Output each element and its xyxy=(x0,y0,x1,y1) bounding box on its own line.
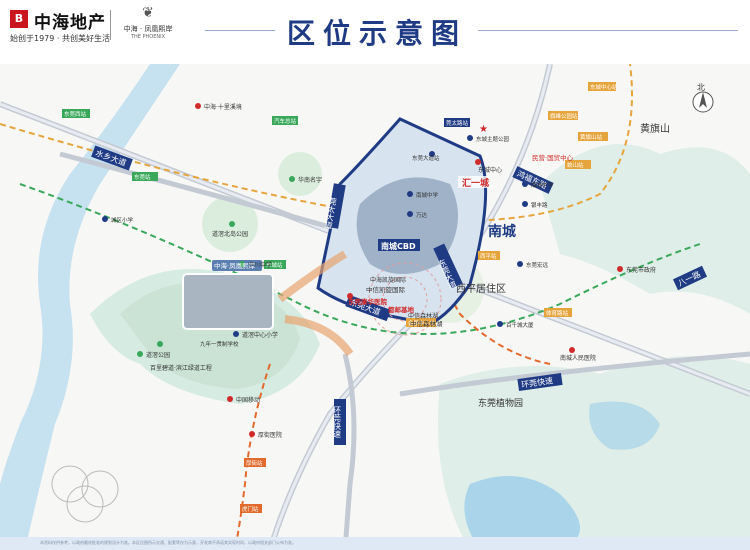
svg-text:中海凯旋国际: 中海凯旋国际 xyxy=(370,276,406,284)
star-icon: ★ xyxy=(479,124,488,135)
metro-station-tag: 厚街站 xyxy=(244,458,266,467)
title-line-right xyxy=(478,30,738,31)
svg-text:蛟山站: 蛟山站 xyxy=(567,161,584,169)
svg-text:东莞康华医院: 东莞康华医院 xyxy=(348,297,388,306)
district-huiyicheng: 汇一城 xyxy=(462,177,489,189)
svg-text:东莞站: 东莞站 xyxy=(134,173,151,181)
district-nancheng: 南城 xyxy=(488,223,516,240)
svg-text:虎门站: 虎门站 xyxy=(242,505,259,513)
svg-text:城区小学: 城区小学 xyxy=(111,216,134,224)
svg-text:道滘公园: 道滘公园 xyxy=(146,351,170,359)
annotation-zhongxin-kaixuan: 中信凯旋国际 xyxy=(366,285,406,294)
metro-station-tag: 体育路站 xyxy=(544,308,572,317)
svg-text:道滘北岛公园: 道滘北岛公园 xyxy=(212,230,248,238)
poi-green: 汽车总站 xyxy=(272,116,298,125)
svg-text:银丰路: 银丰路 xyxy=(531,201,548,209)
svg-text:东莞宏远: 东莞宏远 xyxy=(526,261,549,269)
metro-station-tag: 东莞西站 xyxy=(62,109,90,118)
metro-station-tag: 东城中心站 xyxy=(588,82,618,91)
svg-text:汽车总站: 汽车总站 xyxy=(274,117,297,125)
svg-text:东莞市政府: 东莞市政府 xyxy=(626,266,656,274)
park-circle xyxy=(278,152,322,196)
project-logo: ❦ 中海 · 凤凰熙岸 THE PHOENIX xyxy=(118,6,178,40)
project-site xyxy=(182,273,274,330)
svg-text:东莞西站: 东莞西站 xyxy=(64,110,87,118)
svg-text:东城中心站: 东城中心站 xyxy=(590,83,618,91)
svg-text:道滘中心小学: 道滘中心小学 xyxy=(242,331,278,339)
project-label: 中海·凤凰熙岸 xyxy=(214,261,256,270)
svg-text:中国移动: 中国移动 xyxy=(236,396,260,404)
svg-text:旗峰公园站: 旗峰公园站 xyxy=(550,112,578,120)
school-label: 九年一贯制学校 xyxy=(200,340,239,348)
mountain-label: 黄旗山 xyxy=(640,122,670,135)
brand-slogan: 始创于1979 · 共创美好生活 xyxy=(10,34,110,43)
phoenix-wings-icon: ❦ xyxy=(142,5,154,21)
svg-text:万达: 万达 xyxy=(416,211,428,219)
metro-station-tag: 西平站 xyxy=(478,251,500,260)
project-name: 中海 · 凤凰熙岸 xyxy=(123,25,173,33)
footer-disclaimer: 本资料仅供参考，以政府最终批准的规划设计为准。本区位图所示交通、配套等仅为示意，… xyxy=(40,540,296,545)
metro-station-tag: 黄旗山站 xyxy=(578,132,608,141)
header: B 中海地产 始创于1979 · 共创美好生活 ❦ 中海 · 凤凰熙岸 THE … xyxy=(0,0,750,64)
page-title: 区位示意图 xyxy=(286,17,467,50)
svg-text:南城人民医院: 南城人民医院 xyxy=(560,354,596,362)
svg-text:体育路站: 体育路站 xyxy=(546,309,569,317)
poi-blue: 莞太路站 xyxy=(444,118,470,127)
brand-logo: B xyxy=(10,10,28,28)
svg-text:南城中学: 南城中学 xyxy=(531,181,554,189)
svg-text:厚街医院: 厚街医院 xyxy=(258,431,282,439)
metro-station-tag: 旗峰公园站 xyxy=(548,111,578,120)
north-label: 北 xyxy=(697,83,705,92)
district-botanic: 东莞植物园 xyxy=(478,397,523,409)
district-xiping: 西平居住区 xyxy=(456,282,506,295)
svg-text:南城中学: 南城中学 xyxy=(416,191,439,199)
annotation-base: 都邮基地 xyxy=(387,305,415,314)
svg-text:百千城大厦: 百千城大厦 xyxy=(506,321,534,329)
svg-text:东城中心: 东城中心 xyxy=(478,166,502,174)
footer: 本资料仅供参考，以政府最终批准的规划设计为准。本区位图所示交通、配套等仅为示意，… xyxy=(0,537,750,550)
svg-text:莞太路站: 莞太路站 xyxy=(446,119,469,127)
metro-station-tag: 虎门站 xyxy=(240,504,262,513)
svg-text:东莞大道站: 东莞大道站 xyxy=(412,154,440,162)
svg-text:东城主题公园: 东城主题公园 xyxy=(476,135,510,143)
svg-text:西平站: 西平站 xyxy=(480,252,497,260)
annotation-zhongxin-forest: 中信森林湖 xyxy=(410,319,443,328)
svg-text:百里碧道·滨江绿道工程: 百里碧道·滨江绿道工程 xyxy=(150,364,212,372)
svg-text:中海·十里溪境: 中海·十里溪境 xyxy=(204,103,242,111)
poi-red: 中海凯旋国际 xyxy=(370,276,406,284)
svg-text:华南名宇: 华南名宇 xyxy=(298,176,322,184)
brand-name: 中海地产 xyxy=(34,13,106,33)
svg-text:黄旗山站: 黄旗山站 xyxy=(580,133,603,141)
project-en: THE PHOENIX xyxy=(130,34,166,40)
svg-text:民营·国贸中心: 民营·国贸中心 xyxy=(532,153,574,162)
svg-text:九年一贯制学校: 九年一贯制学校 xyxy=(200,340,239,348)
title-line-left xyxy=(205,30,275,31)
svg-text:环莞快速: 环莞快速 xyxy=(333,406,342,439)
district-cbd: 南城CBD xyxy=(381,241,416,251)
header-divider xyxy=(110,10,111,40)
svg-text:厚街站: 厚街站 xyxy=(246,459,263,467)
metro-station-tag: 东莞站 xyxy=(132,172,158,181)
location-map: 北 黄旗山 南城 汇一城 南城CBD 西平居住区 东莞植物园 水乡大道 莞太大道… xyxy=(0,64,750,550)
